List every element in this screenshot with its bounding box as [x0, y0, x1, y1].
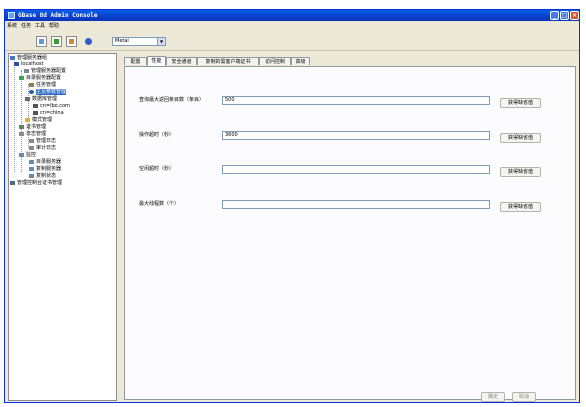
folder-icon	[19, 76, 24, 80]
certificate-icon	[10, 181, 15, 185]
tree-node-log-management[interactable]: 日志管理	[19, 131, 46, 137]
tools-icon	[29, 83, 34, 87]
toolbar-properties-button[interactable]	[36, 36, 47, 47]
server-icon	[29, 160, 34, 164]
performance-panel: 查询最大返回条目数（条目） 500 获得缺省值 操作超时（秒） 3600 获得缺…	[124, 66, 576, 402]
max-entries-input[interactable]: 500	[222, 96, 490, 105]
tree-node-localhost[interactable]: localhost	[14, 61, 43, 67]
log-icon	[29, 146, 34, 150]
title-bar[interactable]: GBase 8d Admin Console _ □ ×	[5, 10, 579, 21]
users-icon	[69, 39, 74, 44]
tab-access-control[interactable]: 访问控制	[259, 57, 291, 65]
refresh-icon	[54, 39, 59, 44]
menu-system[interactable]: 系统	[7, 23, 17, 30]
max-threads-input[interactable]	[222, 200, 490, 209]
tree-node-monitor-replication-server[interactable]: 复制服务器	[29, 166, 61, 172]
tree-node-audit-log[interactable]: 审计日志	[29, 145, 56, 151]
theme-select[interactable]: Metal ▼	[112, 37, 166, 46]
tree-node-monitor[interactable]: 监控	[19, 152, 36, 158]
tree-node-directory-server-config[interactable]: 目录服务器配置	[19, 75, 61, 81]
window-title: GBase 8d Admin Console	[18, 12, 98, 19]
server-icon	[14, 62, 19, 66]
toolbar-help-button[interactable]	[83, 36, 94, 47]
maximize-button[interactable]: □	[560, 11, 569, 20]
max-entries-default-button[interactable]: 获得缺省值	[500, 98, 541, 108]
ok-button[interactable]: 确定	[481, 392, 505, 402]
menu-bar: 系统 任务 工具 帮助	[5, 22, 579, 31]
database-icon	[33, 111, 38, 115]
schema-icon	[25, 118, 30, 122]
tab-config[interactable]: 配置	[124, 57, 147, 65]
globe-icon	[29, 90, 34, 94]
tree-node-admin-log[interactable]: 管理日志	[29, 138, 56, 144]
tree-node-db-lbo[interactable]: cn=lbo.com	[33, 103, 70, 109]
certificate-icon	[19, 125, 24, 129]
document-icon	[39, 39, 44, 44]
theme-select-value: Metal	[115, 38, 129, 44]
tree-node-database-management[interactable]: 数据库管理	[25, 96, 57, 102]
idle-timeout-default-button[interactable]: 获得缺省值	[500, 167, 541, 177]
max-entries-label: 查询最大返回条目数（条目）	[139, 97, 205, 103]
log-icon	[29, 139, 34, 143]
tree-node-replication-status[interactable]: 复制状态	[29, 173, 56, 179]
cancel-button[interactable]: 取消	[512, 392, 536, 402]
server-group-icon	[10, 56, 15, 60]
operation-timeout-default-button[interactable]: 获得缺省值	[500, 133, 541, 143]
navigation-tree: 管理服务器组 localhost 管理服务器配置 目录服务器配置 任务管理 主及…	[8, 53, 117, 401]
toolbar: Metal ▼	[5, 34, 579, 51]
app-window: GBase 8d Admin Console _ □ × 系统 任务 工具 帮助…	[4, 9, 580, 403]
database-icon	[33, 104, 38, 108]
gear-icon	[24, 69, 29, 73]
database-icon	[25, 97, 30, 101]
toolbar-refresh-button[interactable]	[51, 36, 62, 47]
monitor-icon	[19, 153, 24, 157]
tab-secure-channel[interactable]: 安全通道	[166, 57, 197, 65]
minimize-button[interactable]: _	[550, 11, 559, 20]
tab-replication-cert[interactable]: 复制的需客户端证书	[197, 57, 259, 65]
max-threads-default-button[interactable]: 获得缺省值	[500, 202, 541, 212]
tab-advanced[interactable]: 高级	[291, 57, 310, 65]
tree-node-parameter-management[interactable]: 主及参数管理	[29, 89, 67, 95]
status-icon	[29, 174, 34, 178]
menu-tools[interactable]: 工具	[35, 23, 45, 30]
tree-node-db-china[interactable]: cn=china	[33, 110, 64, 116]
operation-timeout-input[interactable]: 3600	[222, 131, 490, 140]
tree-node-console-certificate[interactable]: 管理控制台证书管理	[10, 180, 62, 186]
menu-task[interactable]: 任务	[21, 23, 31, 30]
tree-node-monitor-directory-server[interactable]: 目录服务器	[29, 159, 61, 165]
max-threads-label: 最大线程数（个）	[139, 201, 180, 207]
operation-timeout-label: 操作超时（秒）	[139, 132, 175, 138]
server-icon	[29, 167, 34, 171]
tree-node-certificate-management[interactable]: 证书管理	[19, 124, 46, 130]
idle-timeout-input[interactable]	[222, 165, 490, 174]
chevron-down-icon[interactable]: ▼	[157, 38, 165, 45]
toolbar-users-button[interactable]	[66, 36, 77, 47]
menu-help[interactable]: 帮助	[49, 23, 59, 30]
log-icon	[19, 132, 24, 136]
tree-node-admin-server-config[interactable]: 管理服务器配置	[24, 68, 66, 74]
tab-performance[interactable]: 性能	[147, 56, 166, 66]
idle-timeout-label: 空闲超时（秒）	[139, 166, 175, 172]
help-icon	[85, 38, 92, 45]
content-area: 配置 性能 安全通道 复制的需客户端证书 访问控制 高级 查询最大返回条目数（条…	[121, 53, 577, 402]
tree-node-task-management[interactable]: 任务管理	[29, 82, 56, 88]
app-icon	[8, 12, 15, 19]
close-button[interactable]: ×	[570, 11, 579, 20]
tree-node-schema-management[interactable]: 模式管理	[25, 117, 52, 123]
